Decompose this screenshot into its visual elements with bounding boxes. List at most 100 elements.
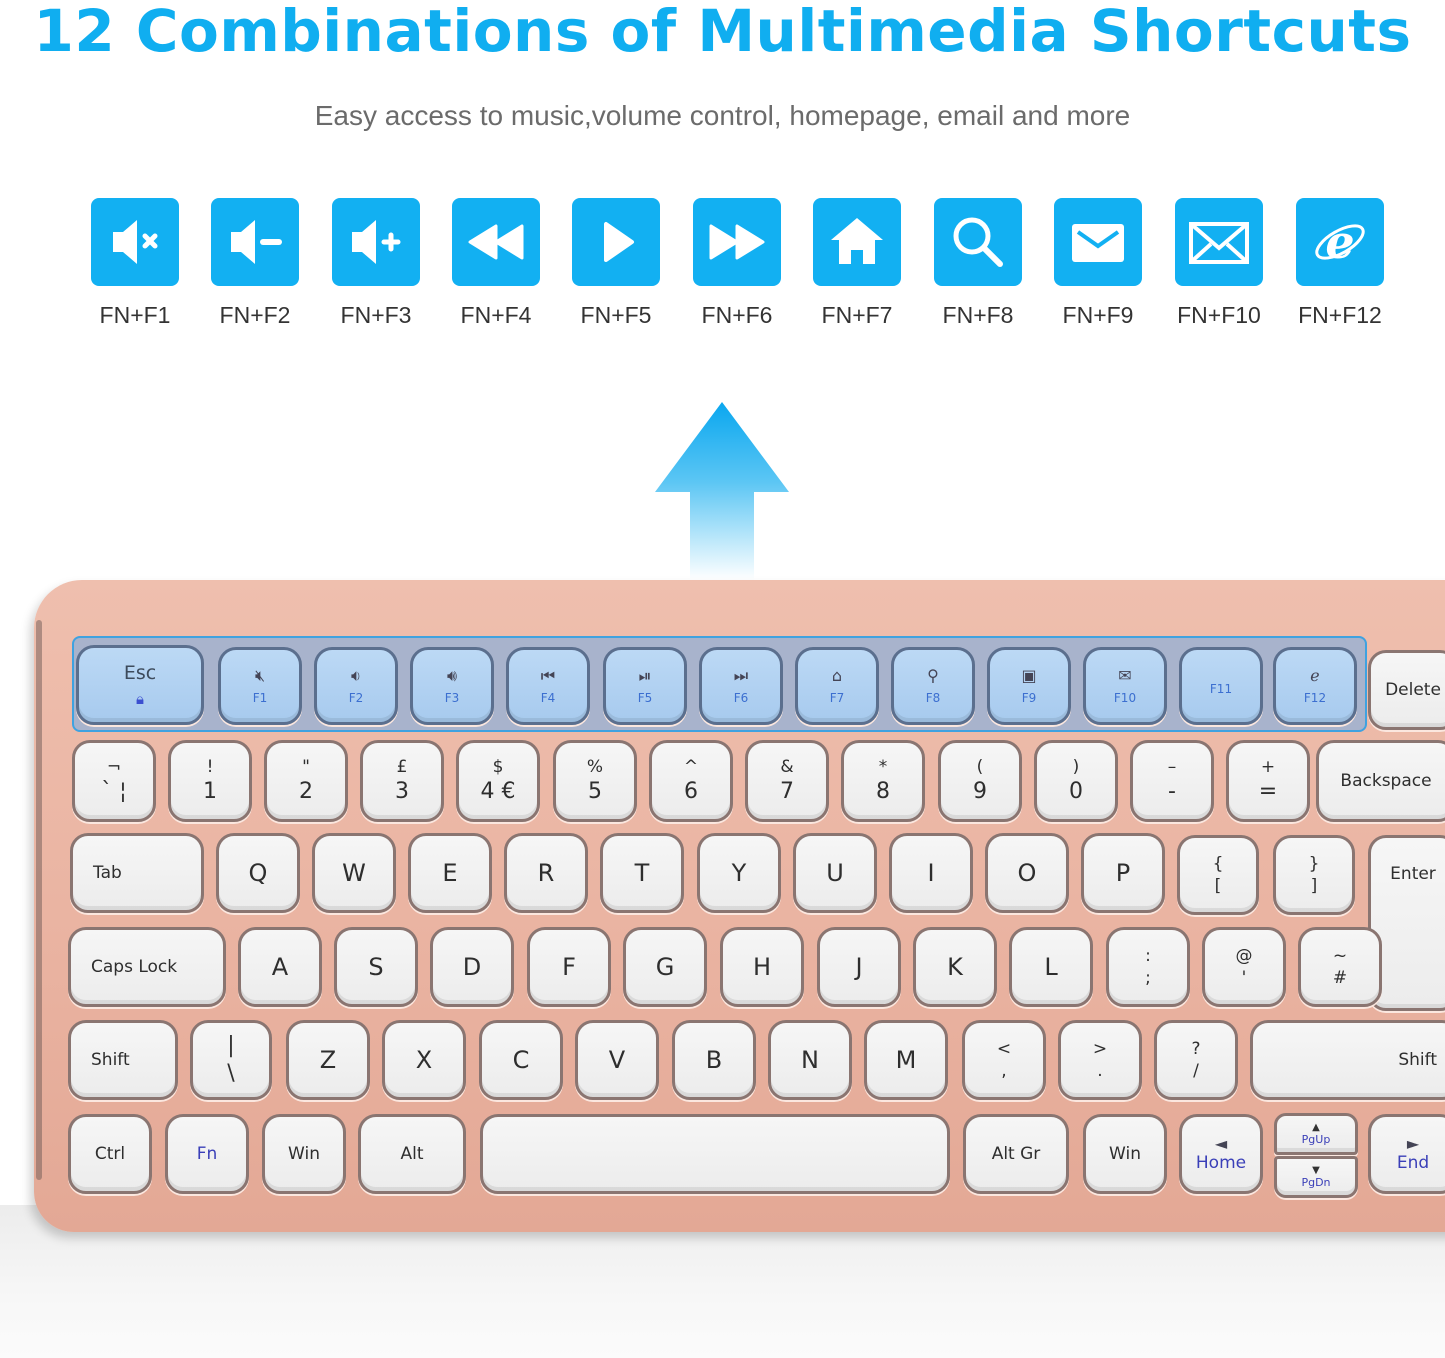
key-number-7[interactable]: & 7	[745, 740, 829, 822]
key-symbol-home-2[interactable]: ~ #	[1298, 927, 1382, 1007]
key-letter-o[interactable]: O	[985, 833, 1069, 913]
mute-icon: 🔇︎	[254, 666, 266, 685]
key-pgdn[interactable]: ▼ PgDn	[1274, 1156, 1358, 1198]
key-alt[interactable]: Alt	[358, 1114, 466, 1194]
key-bracket-right[interactable]: } ]	[1273, 835, 1355, 915]
key-shift-left[interactable]: Shift	[68, 1020, 178, 1100]
up-arrow-icon	[655, 402, 789, 580]
fast-forward-icon	[693, 198, 781, 286]
key-letter-f[interactable]: F	[527, 927, 611, 1007]
key-letter-v[interactable]: V	[575, 1020, 659, 1100]
key-f12[interactable]: ℯ F12	[1273, 647, 1357, 725]
key-letter-y[interactable]: Y	[697, 833, 781, 913]
key-letter-e[interactable]: E	[408, 833, 492, 913]
key-symbol-home-0[interactable]: :;	[1106, 927, 1190, 1007]
key-symbol-bottom-2[interactable]: ? /	[1154, 1020, 1238, 1100]
shortcut-label: FN+F4	[460, 302, 532, 328]
key-letter-p[interactable]: P	[1081, 833, 1165, 913]
key-letter-i[interactable]: I	[889, 833, 973, 913]
volume-down-icon	[211, 198, 299, 286]
key-number-0[interactable]: ¬ ` ¦	[72, 740, 156, 822]
rewind-icon	[452, 198, 540, 286]
key-number-1[interactable]: ! 1	[168, 740, 252, 822]
key-backslash[interactable]: | \	[190, 1020, 272, 1100]
key-win-left[interactable]: Win	[262, 1114, 346, 1194]
key-letter-t[interactable]: T	[600, 833, 684, 913]
key-letter-h[interactable]: H	[720, 927, 804, 1007]
key-letter-d[interactable]: D	[430, 927, 514, 1007]
shortcut-label: FN+F5	[580, 302, 652, 328]
key-number-11[interactable]: – -	[1130, 740, 1214, 822]
key-win-right[interactable]: Win	[1083, 1114, 1167, 1194]
key-f2[interactable]: 🔉︎ F2	[314, 647, 398, 725]
key-letter-l[interactable]: L	[1009, 927, 1093, 1007]
key-letter-u[interactable]: U	[793, 833, 877, 913]
key-pgup[interactable]: ▲ PgUp	[1274, 1113, 1358, 1155]
volume-up-icon: 🔊︎	[446, 666, 458, 685]
shortcut-label: FN+F7	[821, 302, 893, 328]
envelope-icon	[1175, 198, 1263, 286]
key-letter-j[interactable]: J	[817, 927, 901, 1007]
key-tab[interactable]: Tab	[70, 833, 204, 913]
key-esc[interactable]: Esc 🔒︎	[76, 645, 204, 725]
shortcut-fn-f10: FN+F10	[1174, 198, 1264, 329]
key-letter-w[interactable]: W	[312, 833, 396, 913]
shortcut-label: FN+F9	[1062, 302, 1134, 328]
key-number-8[interactable]: * 8	[841, 740, 925, 822]
key-f9[interactable]: ▣ F9	[987, 647, 1071, 725]
key-number-5[interactable]: % 5	[553, 740, 637, 822]
key-letter-q[interactable]: Q	[216, 833, 300, 913]
key-number-2[interactable]: " 2	[264, 740, 348, 822]
key-letter-s[interactable]: S	[334, 927, 418, 1007]
key-f1[interactable]: 🔇︎ F1	[218, 647, 302, 725]
home-icon	[813, 198, 901, 286]
key-letter-r[interactable]: R	[504, 833, 588, 913]
key-f5[interactable]: ⏯ F5	[603, 647, 687, 725]
key-fn[interactable]: Fn	[165, 1114, 249, 1194]
key-letter-a[interactable]: A	[238, 927, 322, 1007]
key-f6[interactable]: ⏭ F6	[699, 647, 783, 725]
key-caps-lock[interactable]: Caps Lock	[68, 927, 226, 1007]
key-bracket-left[interactable]: { [	[1177, 835, 1259, 915]
page-subtitle: Easy access to music,volume control, hom…	[314, 100, 1131, 131]
key-number-9[interactable]: (9	[938, 740, 1022, 822]
key-number-10[interactable]: ) 0	[1034, 740, 1118, 822]
browser-icon: e	[1296, 198, 1384, 286]
svg-text:e: e	[1325, 215, 1354, 269]
key-alt-gr[interactable]: Alt Gr	[963, 1114, 1069, 1194]
key-end[interactable]: ► End	[1368, 1114, 1445, 1194]
key-f3[interactable]: 🔊︎ F3	[410, 647, 494, 725]
key-space[interactable]	[480, 1114, 950, 1194]
key-backspace[interactable]: Backspace	[1316, 740, 1445, 822]
key-symbol-home-1[interactable]: @ '	[1202, 927, 1286, 1007]
key-number-4[interactable]: $4 €	[456, 740, 540, 822]
shortcut-list: FN+F1 FN+F2 FN+F3 FN+F4 FN+F5 FN+F6 FN+F…	[90, 198, 1390, 338]
key-delete[interactable]: Delete	[1368, 650, 1445, 730]
key-f7[interactable]: ⌂ F7	[795, 647, 879, 725]
key-letter-n[interactable]: N	[768, 1020, 852, 1100]
volume-up-icon	[332, 198, 420, 286]
play-pause-icon: ⏯	[638, 666, 652, 685]
key-letter-k[interactable]: K	[913, 927, 997, 1007]
left-arrow-icon: ◄	[1214, 1134, 1228, 1153]
key-home[interactable]: ◄ Home	[1179, 1114, 1263, 1194]
key-symbol-bottom-1[interactable]: >.	[1058, 1020, 1142, 1100]
key-letter-x[interactable]: X	[382, 1020, 466, 1100]
key-letter-b[interactable]: B	[672, 1020, 756, 1100]
shortcut-fn-f5: FN+F5	[571, 198, 661, 329]
key-letter-c[interactable]: C	[479, 1020, 563, 1100]
key-number-12[interactable]: + =	[1226, 740, 1310, 822]
next-track-icon: ⏭	[733, 666, 749, 685]
key-letter-m[interactable]: M	[864, 1020, 948, 1100]
key-number-6[interactable]: ^ 6	[649, 740, 733, 822]
key-letter-z[interactable]: Z	[286, 1020, 370, 1100]
key-f11[interactable]: F11	[1179, 647, 1263, 725]
key-f10[interactable]: ✉ F10	[1083, 647, 1167, 725]
key-ctrl[interactable]: Ctrl	[68, 1114, 152, 1194]
key-symbol-bottom-0[interactable]: <,	[962, 1020, 1046, 1100]
key-shift-right[interactable]: Shift	[1250, 1020, 1445, 1100]
key-number-3[interactable]: £3	[360, 740, 444, 822]
key-letter-g[interactable]: G	[623, 927, 707, 1007]
key-f8[interactable]: ⚲ F8	[891, 647, 975, 725]
key-f4[interactable]: ⏮ F4	[506, 647, 590, 725]
